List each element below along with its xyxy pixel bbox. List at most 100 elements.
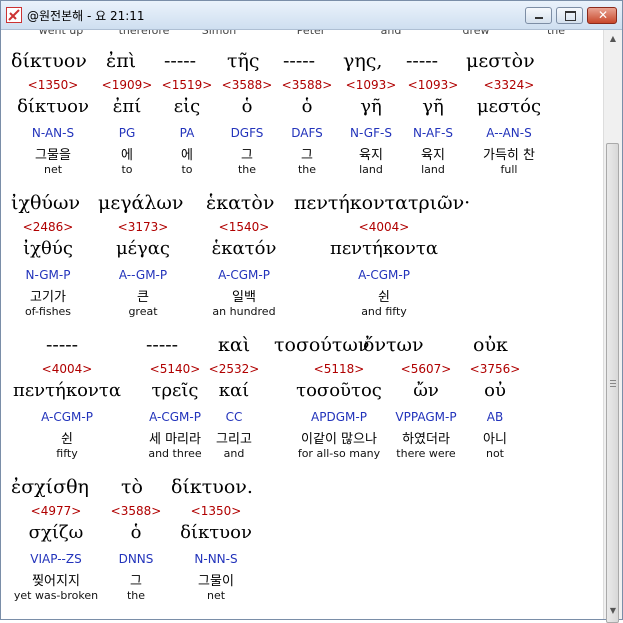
lemma: γῆ xyxy=(360,96,382,117)
strong-number[interactable]: <1093> xyxy=(341,78,401,92)
parsing-code: A--GM-P xyxy=(118,268,168,282)
korean-gloss: 그리고 xyxy=(216,432,252,447)
strong-number[interactable]: <1350> xyxy=(171,504,261,518)
parsing-code: A-CGM-P xyxy=(41,410,93,424)
strong-number[interactable]: <3756> xyxy=(467,362,523,376)
app-icon[interactable] xyxy=(6,7,22,23)
korean-gloss: 그물이 xyxy=(198,574,234,589)
greek-text-word[interactable]: ----- xyxy=(406,50,438,72)
english-gloss: an hundred xyxy=(212,305,276,318)
lemma: δίκτυον xyxy=(17,96,89,117)
lemma: ὁ xyxy=(301,96,313,117)
strong-number[interactable]: <3588> xyxy=(219,78,275,92)
korean-gloss: 그 xyxy=(301,148,313,163)
greek-text-word[interactable]: ὄντων xyxy=(363,334,424,356)
lemma: μεστός xyxy=(476,96,542,117)
english-gloss: net xyxy=(43,163,63,176)
parsing-code: PG xyxy=(118,126,136,140)
english-gloss: full xyxy=(500,163,518,176)
korean-gloss: 그 xyxy=(130,574,142,589)
greek-text-word[interactable]: ----- xyxy=(164,50,196,72)
strong-number[interactable]: <2486> xyxy=(11,220,85,234)
app-window: @원전본해 - 요 21:11 ✕ went up therefore Simo… xyxy=(0,0,623,623)
parsing-code: A-CGM-P xyxy=(218,268,270,282)
english-gloss: yet was-broken xyxy=(13,589,99,602)
strong-number[interactable]: <1350> xyxy=(11,78,95,92)
korean-gloss: 육지 xyxy=(359,148,383,163)
greek-text-word[interactable]: δίκτυον. xyxy=(171,476,253,498)
strong-number[interactable]: <4004> xyxy=(329,220,439,234)
strong-number[interactable]: <2532> xyxy=(206,362,262,376)
scroll-thumb[interactable] xyxy=(606,143,619,623)
strong-number[interactable]: <3588> xyxy=(279,78,335,92)
maximize-button[interactable] xyxy=(556,7,583,24)
strong-number[interactable]: <3588> xyxy=(101,504,171,518)
close-button[interactable]: ✕ xyxy=(587,7,617,24)
korean-gloss: 하였더라 xyxy=(402,432,450,447)
greek-text-word[interactable]: καὶ xyxy=(218,334,250,356)
parsing-code: N-AN-S xyxy=(31,126,75,140)
greek-text-word[interactable]: τῆς xyxy=(227,50,260,72)
strong-number[interactable]: <3324> xyxy=(459,78,559,92)
parsing-code: A-CGM-P xyxy=(358,268,410,282)
lemma: γῆ xyxy=(422,96,444,117)
lemma: ὁ xyxy=(241,96,253,117)
strong-number[interactable]: <1093> xyxy=(405,78,461,92)
korean-gloss: 육지 xyxy=(421,148,445,163)
greek-text-word[interactable]: ἐσχίσθη xyxy=(11,476,89,498)
greek-text-word[interactable]: ----- xyxy=(146,334,178,356)
greek-text-word[interactable]: δίκτυον xyxy=(11,50,87,72)
lemma: ἰχθύς xyxy=(23,238,73,259)
korean-gloss: 그 xyxy=(241,148,253,163)
lemma: ἐπί xyxy=(112,96,142,117)
english-gloss: fifty xyxy=(56,447,78,460)
top-word: and xyxy=(380,30,402,37)
greek-text-word[interactable]: ----- xyxy=(46,334,78,356)
lemma: μέγας xyxy=(115,238,171,259)
english-gloss: great xyxy=(128,305,158,318)
greek-text-word[interactable]: μεγάλων xyxy=(98,192,183,214)
greek-text-word[interactable]: πεντήκοντατριῶν· xyxy=(294,192,470,214)
greek-text-word[interactable]: τοσούτων xyxy=(274,334,369,356)
strong-number[interactable]: <5607> xyxy=(383,362,469,376)
greek-text-word[interactable]: ἰχθύων xyxy=(11,192,80,214)
greek-text-word[interactable]: μεστὸν xyxy=(466,50,535,72)
korean-gloss: 일백 xyxy=(232,290,256,305)
greek-text-word[interactable]: ἐπὶ xyxy=(106,50,136,72)
minimize-button[interactable] xyxy=(525,7,552,24)
greek-text-word[interactable]: γης, xyxy=(343,50,382,72)
parsing-code: A--AN-S xyxy=(486,126,532,140)
greek-text-word[interactable]: ἑκατὸν xyxy=(206,192,274,214)
vertical-scrollbar[interactable]: ▲ ▼ xyxy=(603,30,622,623)
strong-number[interactable]: <3173> xyxy=(103,220,183,234)
korean-gloss: 가득히 찬 xyxy=(483,148,535,163)
greek-text-word[interactable]: οὐκ xyxy=(473,334,508,356)
greek-text-word[interactable]: ----- xyxy=(283,50,315,72)
parsing-code: VPPAGM-P xyxy=(395,410,457,424)
parsing-code: N-NN-S xyxy=(194,552,238,566)
strong-number[interactable]: <4004> xyxy=(11,362,123,376)
korean-gloss: 그물을 xyxy=(35,148,71,163)
korean-gloss: 에 xyxy=(181,148,193,163)
scroll-up-icon[interactable]: ▲ xyxy=(604,30,622,47)
close-icon: ✕ xyxy=(598,8,609,22)
top-word: therefore xyxy=(118,30,170,37)
strong-number[interactable]: <4977> xyxy=(7,504,105,518)
parsing-code: DGFS xyxy=(230,126,264,140)
english-gloss: and fifty xyxy=(361,305,407,318)
scroll-down-icon[interactable]: ▼ xyxy=(604,602,622,619)
english-gloss: the xyxy=(237,163,257,176)
strong-number[interactable]: <1540> xyxy=(199,220,289,234)
lemma: εἰς xyxy=(173,96,201,117)
verse-content: went up therefore Simon Peter and drew t… xyxy=(1,30,603,619)
lemma: ὁ xyxy=(130,522,142,543)
lemma: οὐ xyxy=(484,380,506,401)
greek-text-word[interactable]: τὸ xyxy=(121,476,143,498)
english-gloss: and xyxy=(223,447,245,460)
parsing-code: DNNS xyxy=(118,552,154,566)
window-title: @원전본해 - 요 21:11 xyxy=(27,9,145,23)
strong-number[interactable]: <1519> xyxy=(159,78,215,92)
title-bar[interactable]: @원전본해 - 요 21:11 ✕ xyxy=(1,1,622,30)
strong-number[interactable]: <1909> xyxy=(99,78,155,92)
english-gloss: land xyxy=(359,163,383,176)
